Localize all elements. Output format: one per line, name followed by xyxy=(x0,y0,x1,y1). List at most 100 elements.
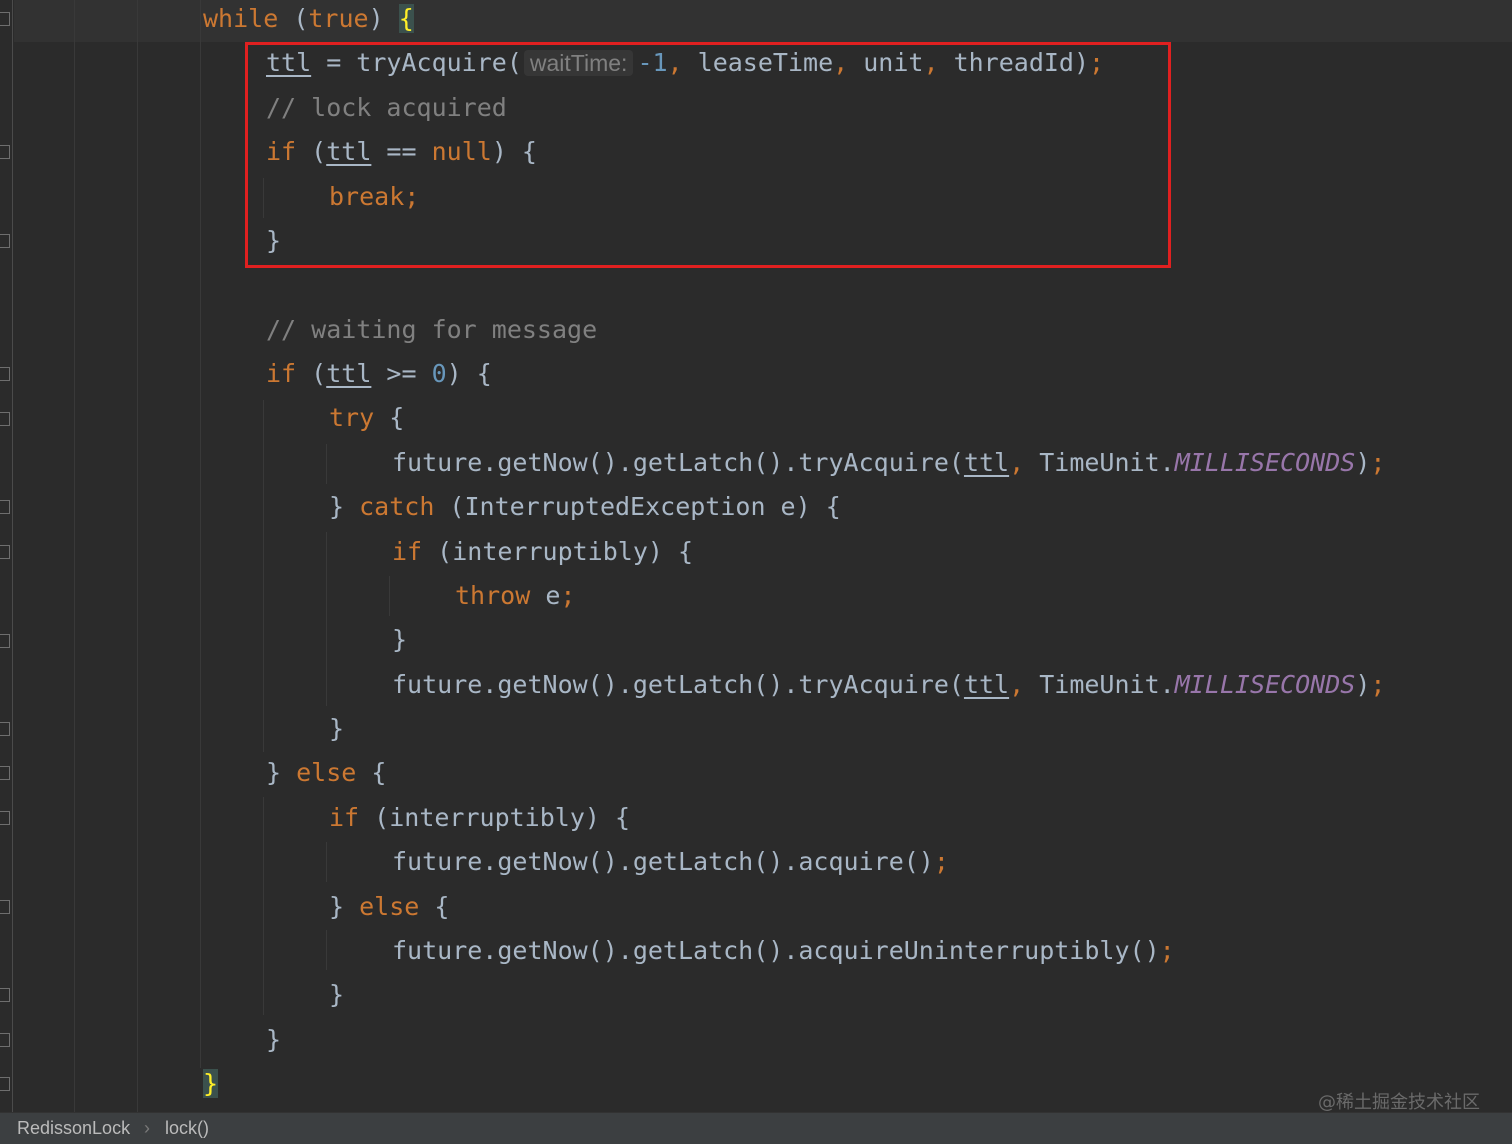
code-text: (InterruptedException e) { xyxy=(434,492,841,521)
matched-brace: { xyxy=(398,4,414,33)
code-line: } xyxy=(329,707,344,751)
code-text: { xyxy=(374,403,405,432)
fold-marker-icon[interactable] xyxy=(0,412,10,426)
punctuation: ; xyxy=(1370,448,1386,477)
code-line: } catch (InterruptedException e) { xyxy=(329,485,841,529)
code-text: TimeUnit. xyxy=(1024,448,1175,477)
code-text: } xyxy=(329,892,360,921)
fold-marker-icon[interactable] xyxy=(0,634,10,648)
code-text: ) { xyxy=(446,359,492,388)
punctuation: ; xyxy=(560,581,576,610)
code-line: // waiting for message xyxy=(266,308,597,352)
highlight-annotation-box xyxy=(245,42,1171,268)
code-text: { xyxy=(356,758,387,787)
indent-guide xyxy=(326,930,327,970)
fold-marker-icon[interactable] xyxy=(0,1077,10,1091)
punctuation: ; xyxy=(933,847,949,876)
code-text: { xyxy=(419,892,450,921)
code-text: } xyxy=(329,714,345,743)
variable: ttl xyxy=(963,670,1010,699)
keyword: if xyxy=(392,537,423,566)
code-line: } xyxy=(266,1018,281,1062)
code-line: } xyxy=(392,618,407,662)
code-line: try { xyxy=(329,396,404,440)
code-text: } xyxy=(329,980,345,1009)
code-line: } xyxy=(203,1062,219,1106)
fold-marker-icon[interactable] xyxy=(0,811,10,825)
code-text: ) xyxy=(368,4,399,33)
indent-guide xyxy=(200,0,201,1068)
indent-guide xyxy=(263,797,264,1015)
code-line: future.getNow().getLatch().tryAcquire(tt… xyxy=(392,663,1385,707)
code-line: } else { xyxy=(266,751,386,795)
fold-marker-icon[interactable] xyxy=(0,545,10,559)
indent-guide xyxy=(389,576,390,616)
keyword: catch xyxy=(359,492,435,521)
indent-guide xyxy=(74,0,75,1112)
code-line: future.getNow().getLatch().tryAcquire(tt… xyxy=(392,441,1385,485)
code-text: future.getNow().getLatch().acquire() xyxy=(392,847,934,876)
fold-marker-icon[interactable] xyxy=(0,900,10,914)
indent-guide xyxy=(326,444,327,484)
code-text: } xyxy=(392,625,408,654)
code-text: } xyxy=(266,758,297,787)
code-editor[interactable]: while (true) { ttl = tryAcquire(waitTime… xyxy=(0,0,1512,1112)
fold-marker-icon[interactable] xyxy=(0,12,10,26)
keyword: if xyxy=(266,359,297,388)
keyword: if xyxy=(329,803,360,832)
breadcrumb-class[interactable]: RedissonLock xyxy=(17,1113,130,1144)
code-line: throw e; xyxy=(455,574,575,618)
watermark: @稀土掘金技术社区 xyxy=(1318,1092,1480,1113)
code-text: } xyxy=(266,1025,282,1054)
keyword: throw xyxy=(455,581,531,610)
fold-gutter xyxy=(0,0,13,1112)
keyword: while xyxy=(203,4,279,33)
code-line: if (interruptibly) { xyxy=(392,530,693,574)
indent-guide xyxy=(326,842,327,882)
variable: ttl xyxy=(963,448,1010,477)
indent-guide xyxy=(326,532,327,706)
code-line: future.getNow().getLatch().acquireUninte… xyxy=(392,929,1175,973)
constant: MILLISECONDS xyxy=(1174,448,1356,477)
punctuation: , xyxy=(1009,448,1025,477)
keyword: try xyxy=(329,403,375,432)
punctuation: ; xyxy=(1159,936,1175,965)
code-text: (interruptibly) { xyxy=(422,537,694,566)
code-text: future.getNow().getLatch().acquireUninte… xyxy=(392,936,1160,965)
indent-guide xyxy=(137,0,138,1112)
fold-marker-icon[interactable] xyxy=(0,367,10,381)
code-text: future.getNow().getLatch().tryAcquire( xyxy=(392,670,964,699)
comment: // waiting for message xyxy=(266,315,598,344)
number-literal: 0 xyxy=(431,359,447,388)
constant: MILLISECONDS xyxy=(1174,670,1356,699)
code-line: if (interruptibly) { xyxy=(329,796,630,840)
matched-brace: } xyxy=(203,1069,219,1098)
fold-marker-icon[interactable] xyxy=(0,500,10,514)
fold-marker-icon[interactable] xyxy=(0,145,10,159)
code-text: TimeUnit. xyxy=(1024,670,1175,699)
fold-marker-icon[interactable] xyxy=(0,722,10,736)
code-text: } xyxy=(329,492,360,521)
variable: ttl xyxy=(326,359,372,388)
code-text: ) xyxy=(1355,448,1371,477)
breadcrumb-bar: RedissonLock › lock() xyxy=(0,1112,1512,1144)
keyword: true xyxy=(308,4,369,33)
chevron-right-icon: › xyxy=(144,1118,150,1138)
code-text: ( xyxy=(296,359,327,388)
keyword: else xyxy=(296,758,357,787)
fold-marker-icon[interactable] xyxy=(0,1033,10,1047)
code-line: while (true) { xyxy=(203,0,414,41)
fold-marker-icon[interactable] xyxy=(0,766,10,780)
code-line: } xyxy=(329,973,344,1017)
fold-marker-icon[interactable] xyxy=(0,234,10,248)
breadcrumb-method[interactable]: lock() xyxy=(165,1113,209,1144)
code-text: ( xyxy=(278,4,309,33)
code-line: future.getNow().getLatch().acquire(); xyxy=(392,840,949,884)
fold-marker-icon[interactable] xyxy=(0,988,10,1002)
code-line: if (ttl >= 0) { xyxy=(266,352,492,396)
keyword: else xyxy=(359,892,420,921)
code-text: (interruptibly) { xyxy=(359,803,631,832)
code-text: e xyxy=(530,581,561,610)
code-text: ) xyxy=(1355,670,1371,699)
punctuation: ; xyxy=(1370,670,1386,699)
